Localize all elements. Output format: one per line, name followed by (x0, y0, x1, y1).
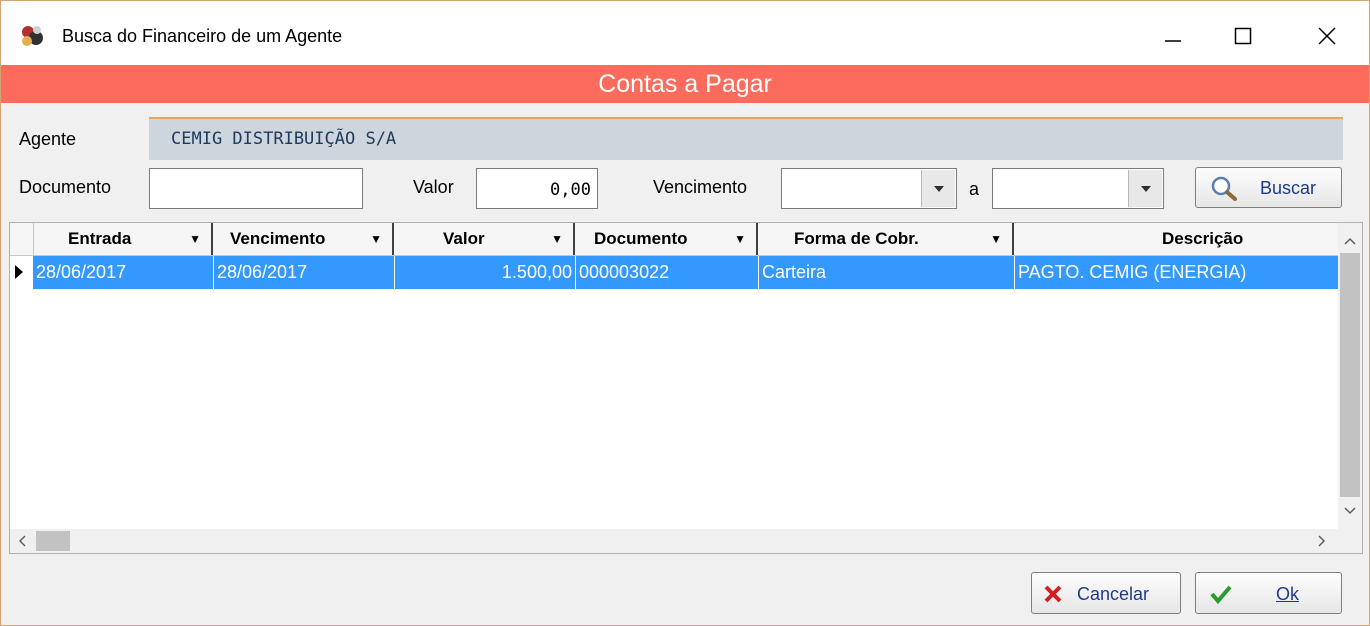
maximize-icon (1234, 27, 1252, 45)
column-header-valor[interactable]: Valor ▼ (394, 223, 575, 255)
results-grid[interactable]: Entrada ▼ Vencimento ▼ Valor ▼ Documento… (9, 222, 1363, 554)
section-header: Contas a Pagar (1, 65, 1369, 103)
grid-header: Entrada ▼ Vencimento ▼ Valor ▼ Documento… (10, 223, 1340, 256)
vertical-scrollbar[interactable] (1338, 223, 1362, 529)
vencimento-to-select[interactable] (992, 168, 1164, 209)
app-icon (22, 26, 43, 46)
table-row[interactable]: 28/06/2017 28/06/2017 1.500,00 000003022… (10, 256, 1340, 289)
close-icon (1318, 27, 1336, 45)
close-icon (1044, 585, 1062, 603)
vencimento-from-select[interactable] (781, 168, 957, 209)
cell-entrada[interactable]: 28/06/2017 (32, 256, 213, 289)
sort-dropdown-icon[interactable]: ▼ (990, 223, 1002, 255)
dialog-window: Busca do Financeiro de um Agente Contas … (0, 0, 1370, 626)
valor-input[interactable]: 0,00 (476, 168, 598, 209)
horizontal-scroll-thumb[interactable] (36, 531, 70, 551)
agente-label: Agente (19, 129, 77, 149)
cell-vencimento[interactable]: 28/06/2017 (213, 256, 394, 289)
minimize-icon (1165, 40, 1181, 42)
chevron-right-icon[interactable] (1318, 535, 1326, 547)
vencimento-to-dropdown-button[interactable] (1128, 170, 1162, 207)
column-header-vencimento[interactable]: Vencimento ▼ (213, 223, 394, 255)
cell-forma[interactable]: Carteira (758, 256, 1014, 289)
documento-input[interactable] (149, 168, 363, 209)
vertical-scroll-thumb[interactable] (1340, 253, 1360, 497)
chevron-down-icon[interactable] (1344, 507, 1356, 515)
buscar-button[interactable]: Buscar (1195, 167, 1342, 208)
checkmark-icon (1210, 585, 1232, 604)
cell-descricao[interactable]: PAGTO. CEMIG (ENERGIA) (1014, 256, 1340, 289)
title-bar: Busca do Financeiro de um Agente (1, 1, 1369, 65)
cell-documento[interactable]: 000003022 (575, 256, 758, 289)
cancel-button[interactable]: Cancelar (1031, 572, 1181, 614)
cell-valor[interactable]: 1.500,00 (394, 256, 575, 289)
column-header-documento[interactable]: Documento ▼ (575, 223, 758, 255)
minimize-button[interactable] (1149, 14, 1197, 58)
chevron-down-icon (1140, 185, 1151, 192)
column-header-descricao[interactable]: Descrição (1014, 223, 1340, 255)
ok-label: Ok (1276, 584, 1300, 604)
valor-value: 0,00 (550, 180, 591, 200)
maximize-button[interactable] (1219, 14, 1267, 58)
close-button[interactable] (1303, 14, 1351, 58)
row-indicator-header (10, 223, 34, 255)
agente-value: CEMIG DISTRIBUIÇÃO S/A (171, 129, 397, 149)
agente-field: CEMIG DISTRIBUIÇÃO S/A (149, 117, 1343, 160)
column-header-entrada[interactable]: Entrada ▼ (34, 223, 213, 255)
buscar-label: Buscar (1260, 178, 1317, 198)
a-label: a (969, 179, 980, 199)
horizontal-scrollbar[interactable] (10, 529, 1362, 553)
vencimento-from-dropdown-button[interactable] (921, 170, 955, 207)
sort-dropdown-icon[interactable]: ▼ (370, 223, 382, 255)
chevron-down-icon (933, 185, 944, 192)
sort-dropdown-icon[interactable]: ▼ (551, 223, 563, 255)
chevron-up-icon[interactable] (1344, 237, 1356, 245)
chevron-left-icon[interactable] (18, 535, 26, 547)
column-header-forma-cobr[interactable]: Forma de Cobr. ▼ (758, 223, 1014, 255)
cancel-label: Cancelar (1077, 584, 1150, 604)
sort-dropdown-icon[interactable]: ▼ (189, 223, 201, 255)
ok-button[interactable]: Ok (1195, 572, 1342, 614)
documento-label: Documento (19, 177, 112, 197)
valor-label: Valor (413, 177, 454, 197)
search-icon (1211, 176, 1237, 201)
sort-dropdown-icon[interactable]: ▼ (734, 223, 746, 255)
vencimento-label: Vencimento (653, 177, 748, 197)
window-title: Busca do Financeiro de um Agente (62, 26, 343, 46)
